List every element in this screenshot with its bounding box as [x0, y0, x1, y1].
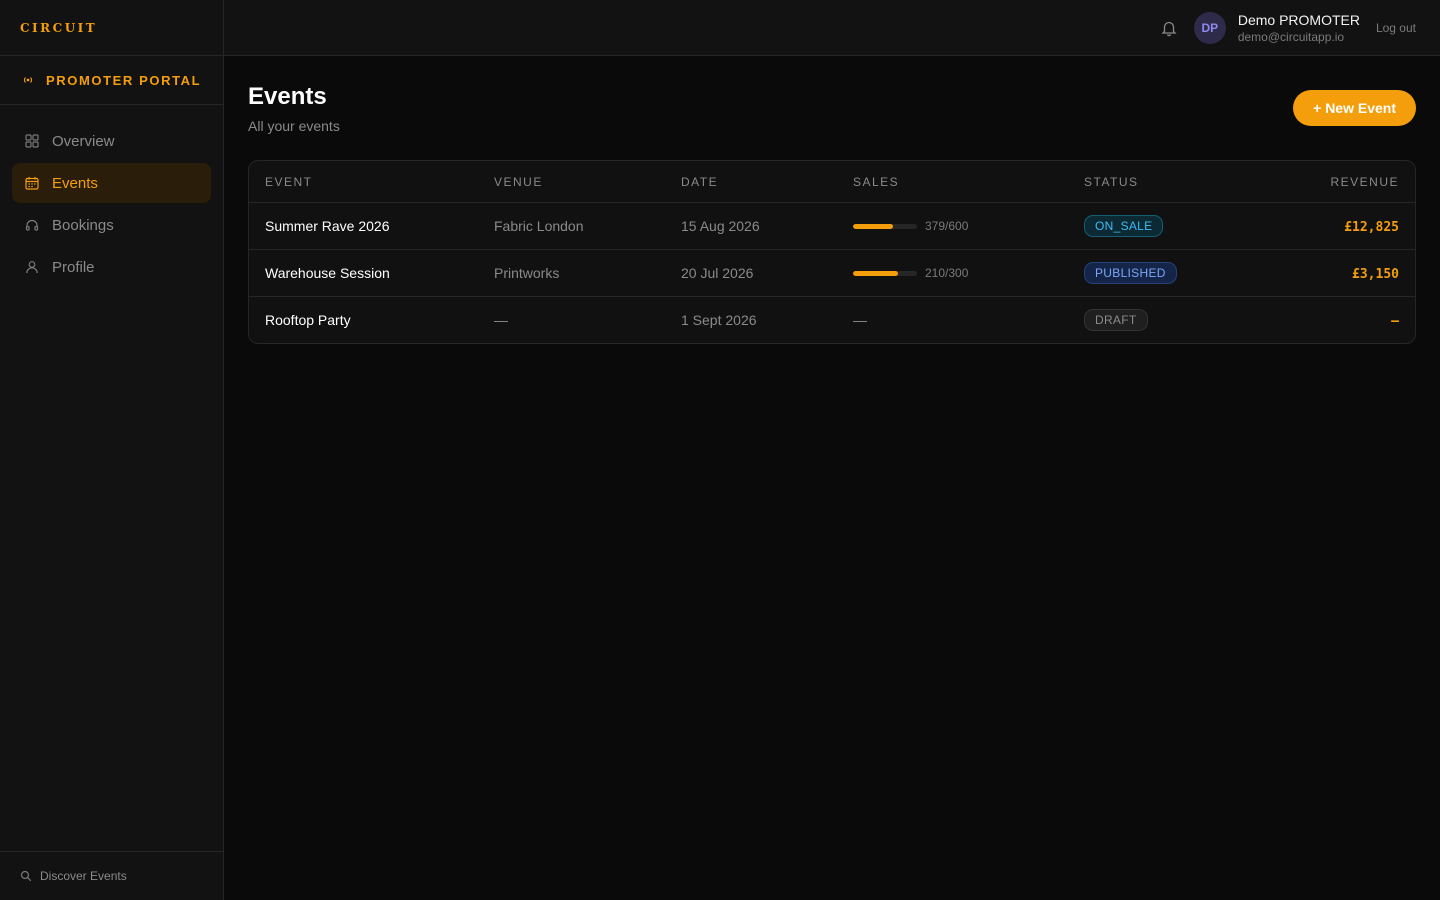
- calendar-icon: [24, 175, 40, 191]
- table-row[interactable]: Warehouse Session Printworks 20 Jul 2026…: [249, 249, 1415, 296]
- sales-count: 210/300: [925, 266, 969, 280]
- events-content: Events All your events + New Event EVENT…: [224, 56, 1440, 344]
- topbar: DP Demo PROMOTER demo@circuitapp.io Log …: [224, 0, 1440, 56]
- page-title: Events: [248, 83, 327, 110]
- sidebar-item-overview[interactable]: Overview: [12, 121, 211, 161]
- user-icon: [24, 259, 40, 275]
- portal-label-row: PROMOTER PORTAL: [0, 56, 223, 105]
- event-date: 20 Jul 2026: [681, 265, 754, 281]
- main-area: DP Demo PROMOTER demo@circuitapp.io Log …: [224, 0, 1440, 900]
- event-revenue: £12,825: [1259, 218, 1415, 235]
- event-status: ON_SALE: [1084, 215, 1259, 237]
- sidebar-item-label: Overview: [52, 132, 115, 150]
- sidebar-item-bookings[interactable]: Bookings: [12, 205, 211, 245]
- broadcast-icon: [22, 74, 34, 86]
- new-event-button[interactable]: + New Event: [1293, 90, 1416, 126]
- event-date: 1 Sept 2026: [681, 312, 757, 328]
- event-status: DRAFT: [1084, 309, 1259, 331]
- event-sales: 210/300: [853, 266, 1084, 280]
- event-date: 15 Aug 2026: [681, 218, 760, 234]
- sales-progress-fill: [853, 223, 894, 229]
- brand-header: CIRCUIT: [0, 0, 223, 56]
- headphones-icon: [24, 217, 40, 233]
- table-header-row: EVENT VENUE DATE SALES STATUS REVENUE: [249, 161, 1415, 202]
- table-row[interactable]: Summer Rave 2026 Fabric London 15 Aug 20…: [249, 202, 1415, 249]
- sales-progress-bar: [853, 223, 917, 229]
- search-icon: [20, 870, 32, 882]
- user-info: Demo PROMOTER demo@circuitapp.io: [1238, 11, 1360, 45]
- bell-icon[interactable]: [1160, 19, 1178, 37]
- event-revenue: —: [1259, 312, 1415, 329]
- table-row[interactable]: Rooftop Party — 1 Sept 2026 — DRAFT —: [249, 296, 1415, 343]
- sidebar-item-profile[interactable]: Profile: [12, 247, 211, 287]
- column-header-event[interactable]: EVENT: [249, 175, 494, 189]
- sidebar-item-label: Profile: [52, 258, 95, 276]
- column-header-sales[interactable]: SALES: [853, 175, 1084, 189]
- page-subtitle: All your events: [248, 118, 340, 134]
- status-badge: PUBLISHED: [1084, 262, 1177, 284]
- events-table: EVENT VENUE DATE SALES STATUS REVENUE Su…: [248, 160, 1416, 344]
- event-name[interactable]: Warehouse Session: [249, 265, 494, 281]
- column-header-revenue[interactable]: REVENUE: [1259, 175, 1415, 189]
- event-sales: 379/600: [853, 219, 1084, 233]
- event-sales: —: [853, 312, 1084, 328]
- column-header-status[interactable]: STATUS: [1084, 175, 1259, 189]
- status-badge: DRAFT: [1084, 309, 1148, 331]
- status-badge: ON_SALE: [1084, 215, 1164, 237]
- grid-icon: [24, 133, 40, 149]
- event-name[interactable]: Summer Rave 2026: [249, 218, 494, 234]
- event-status: PUBLISHED: [1084, 262, 1259, 284]
- sales-progress-bar: [853, 270, 917, 276]
- event-venue: Fabric London: [494, 218, 584, 234]
- user-email: demo@circuitapp.io: [1237, 29, 1345, 44]
- revenue-value: £12,825: [1344, 219, 1399, 235]
- logout-link[interactable]: Log out: [1376, 21, 1416, 35]
- event-name[interactable]: Rooftop Party: [249, 312, 494, 328]
- discover-events-label: Discover Events: [40, 869, 127, 883]
- sales-progress-fill: [853, 270, 898, 276]
- discover-events-link[interactable]: Discover Events: [0, 851, 223, 900]
- column-header-date[interactable]: DATE: [681, 175, 853, 189]
- column-header-venue[interactable]: VENUE: [494, 175, 681, 189]
- user-name: Demo PROMOTER: [1237, 11, 1360, 28]
- brand-logo[interactable]: CIRCUIT: [20, 21, 97, 35]
- sidebar-item-label: Events: [52, 174, 98, 192]
- event-venue: —: [494, 312, 508, 328]
- sidebar: CIRCUIT PROMOTER PORTAL Overview Events …: [0, 0, 224, 900]
- sidebar-item-label: Bookings: [52, 216, 114, 234]
- page-header: Events All your events + New Event: [248, 82, 1416, 160]
- revenue-value: —: [1391, 313, 1399, 329]
- event-revenue: £3,150: [1259, 265, 1415, 282]
- sidebar-item-events[interactable]: Events: [12, 163, 211, 203]
- sales-count: 379/600: [925, 219, 969, 233]
- sidebar-nav: Overview Events Bookings Profile: [0, 105, 223, 303]
- revenue-value: £3,150: [1352, 266, 1399, 282]
- sales-empty: —: [853, 312, 867, 328]
- avatar[interactable]: DP: [1193, 11, 1226, 44]
- event-venue: Printworks: [494, 265, 560, 281]
- portal-label: PROMOTER PORTAL: [46, 72, 202, 88]
